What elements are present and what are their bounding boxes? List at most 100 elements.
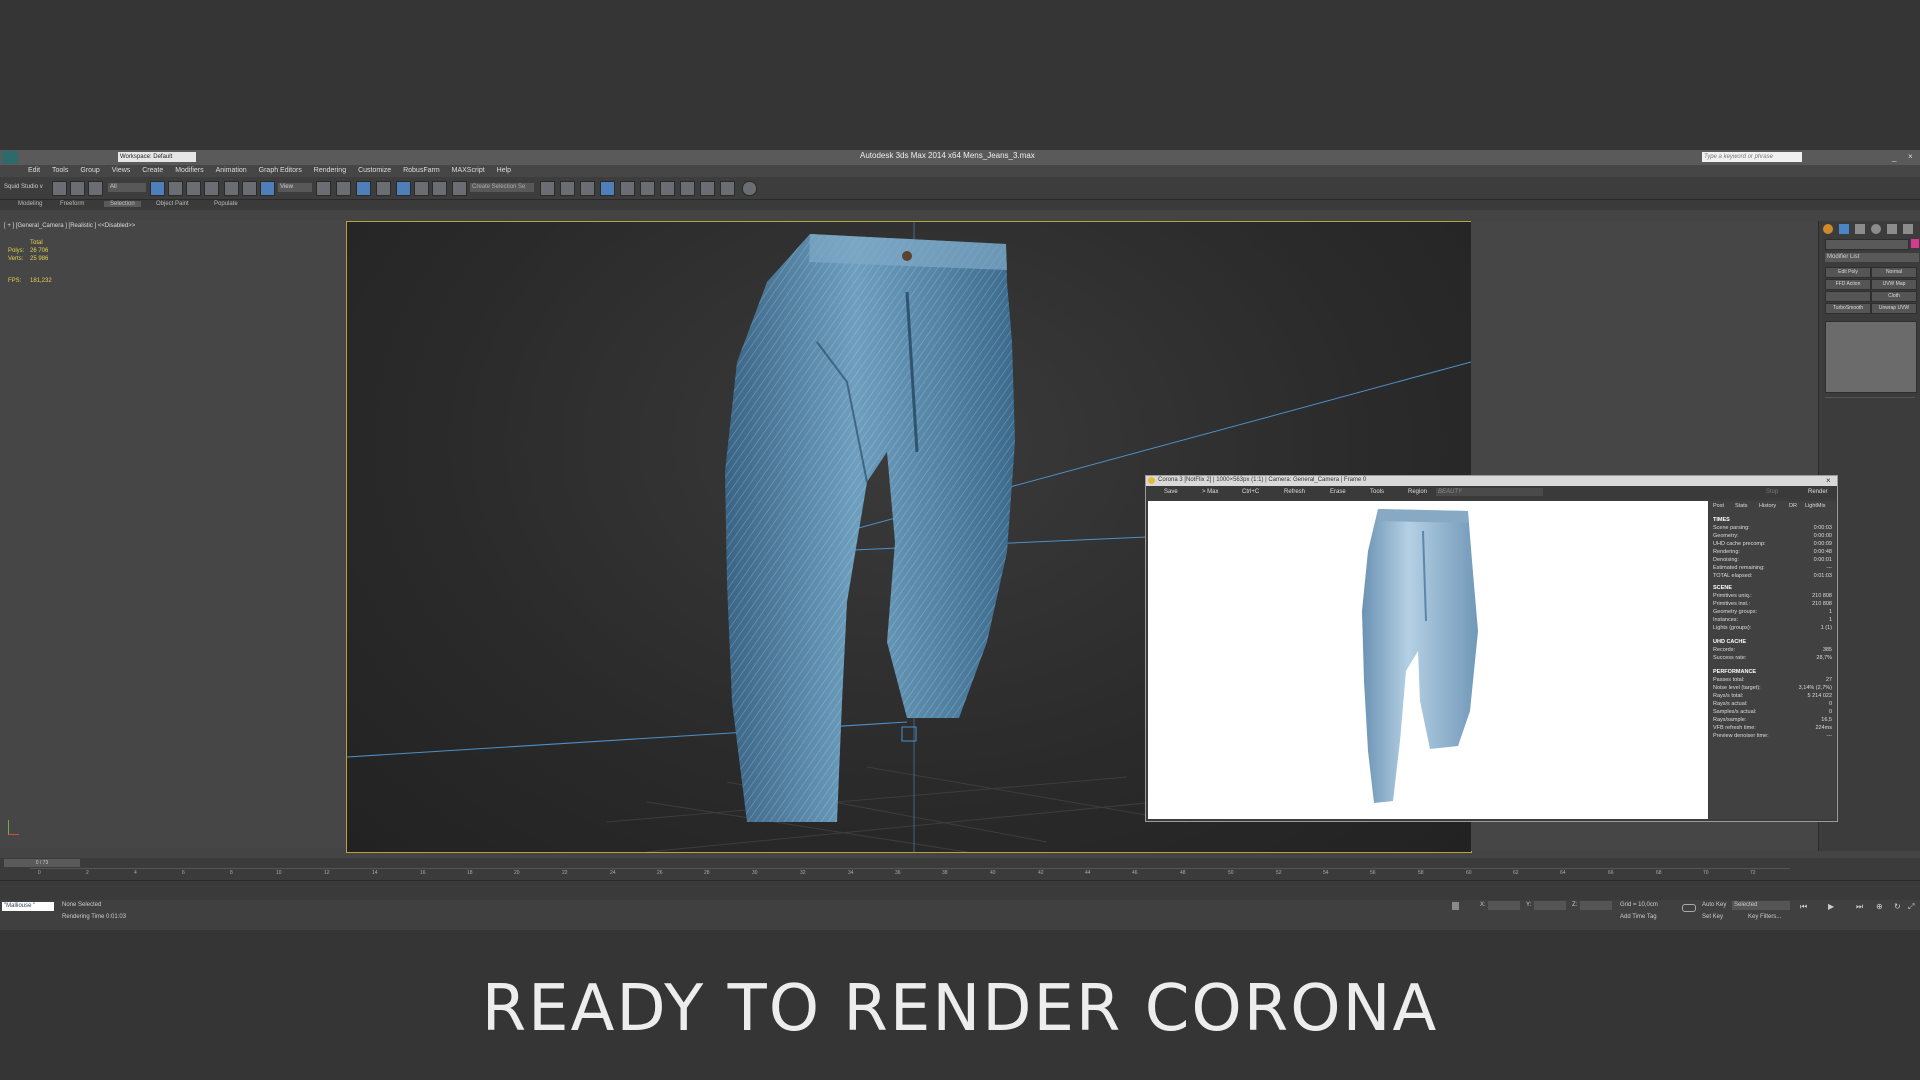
vfb-erase-button[interactable]: Erase [1330,489,1346,495]
select-manipulate-icon[interactable] [336,181,351,196]
layer-manager-icon[interactable] [580,181,595,196]
jeans-model[interactable] [725,234,1015,822]
ribbon-tab-populate[interactable]: Populate [214,201,238,207]
create-tab-icon[interactable] [1823,224,1833,234]
link-icon[interactable] [52,181,67,196]
modifier-stack-list[interactable] [1825,321,1917,393]
ribbon-tab-modeling[interactable]: Modeling [18,201,42,207]
menu-edit[interactable]: Edit [28,165,40,177]
go-to-start-icon[interactable]: ⏮ [1800,902,1807,912]
vfb-tab-dr[interactable]: DR [1789,503,1797,509]
move-icon[interactable] [224,181,239,196]
modifier-turbosmooth-button[interactable]: TurboSmooth [1825,303,1871,314]
key-filters-button[interactable]: Key Filters... [1748,914,1781,920]
add-time-tag[interactable]: Add Time Tag [1620,914,1657,920]
workspace-dropdown[interactable]: Workspace: Default [118,152,196,162]
modifier-normal-button[interactable]: Normal [1871,267,1917,278]
selection-filter-dropdown[interactable]: All [108,183,146,192]
viewport-label[interactable]: [ + ] [General_Camera ] [Realistic ] <<D… [4,223,135,229]
align-icon[interactable] [560,181,575,196]
coord-z-field[interactable] [1580,901,1612,910]
modifier-edit-poly-button[interactable]: Edit Poly [1825,267,1871,278]
pivot-icon[interactable] [316,181,331,196]
menu-maxscript[interactable]: MAXScript [452,165,485,177]
menu-graph-editors[interactable]: Graph Editors [259,165,302,177]
menu-tools[interactable]: Tools [52,165,68,177]
ribbon-tab-freeform[interactable]: Freeform [60,201,84,207]
menu-create[interactable]: Create [142,165,163,177]
vfb-save-button[interactable]: Save [1164,489,1178,495]
menu-group[interactable]: Group [80,165,99,177]
mirror-icon[interactable] [540,181,555,196]
minimize-icon[interactable]: _ [1892,153,1896,162]
time-slider[interactable]: 0 / 73 0 2 4 6 8 10 12 14 16 18 20 22 24… [0,858,1920,880]
play-icon[interactable]: ▶ [1828,902,1834,911]
select-by-name-icon[interactable] [168,181,183,196]
maxscript-listener[interactable]: "Malliouse " [2,902,54,911]
close-icon[interactable]: × [1908,152,1913,161]
auto-key-button[interactable]: Auto Key [1702,902,1726,908]
material-editor-icon[interactable] [660,181,675,196]
ribbon-tab-selection[interactable]: Selection [104,201,141,207]
named-selection-dropdown[interactable]: Create Selection Se [470,183,534,192]
vfb-tab-lightmix[interactable]: LightMix [1805,503,1825,509]
modifier-unwrap-uvw-button[interactable]: Unwrap UVW [1871,303,1917,314]
object-name-field[interactable] [1825,239,1909,250]
menu-robusfarm[interactable]: RobusFarm [403,165,440,177]
vfb-tab-history[interactable]: History [1759,503,1776,509]
maximize-viewport-icon[interactable]: ⤢ [1908,902,1914,912]
go-to-end-icon[interactable]: ⏭ [1856,902,1863,912]
vfb-render-canvas[interactable] [1148,501,1708,819]
window-crossing-icon[interactable] [204,181,219,196]
orbit-icon[interactable]: ↻ [1894,902,1901,911]
vfb-copy-button[interactable]: Ctrl+C [1242,489,1259,495]
vfb-close-icon[interactable]: × [1826,476,1831,485]
key-selection-dropdown[interactable]: Selected [1732,901,1790,910]
vfb-refresh-button[interactable]: Refresh [1284,489,1305,495]
menu-help[interactable]: Help [497,165,511,177]
app-logo-icon[interactable] [2,151,18,164]
help-search-input[interactable]: Type a keyword or phrase [1702,152,1802,162]
modifier-ffd-button[interactable]: FFD Action [1825,279,1871,290]
vfb-tab-post[interactable]: Post [1713,503,1724,509]
corona-icon[interactable] [742,181,757,196]
menu-animation[interactable]: Animation [216,165,247,177]
schematic-view-icon[interactable] [640,181,655,196]
vfb-stop-button[interactable]: Stop [1766,489,1778,495]
unlink-icon[interactable] [70,181,85,196]
edit-named-selection-icon[interactable] [452,181,467,196]
vfb-render-element-dropdown[interactable]: BEAUTY [1436,488,1543,496]
reference-coord-dropdown[interactable]: View [278,183,312,192]
rect-selection-icon[interactable] [186,181,201,196]
menu-views[interactable]: Views [112,165,131,177]
angle-snap-icon[interactable] [396,181,411,196]
time-slider-handle[interactable]: 0 / 73 [4,859,80,867]
ribbon-tab-object-paint[interactable]: Object Paint [156,201,189,207]
vfb-tab-stats[interactable]: Stats [1735,503,1748,509]
modify-tab-icon[interactable] [1839,224,1849,234]
vfb-tools-button[interactable]: Tools [1370,489,1384,495]
select-object-icon[interactable] [150,181,165,196]
menu-rendering[interactable]: Rendering [314,165,346,177]
percent-snap-icon[interactable] [414,181,429,196]
vfb-render-button[interactable]: Render [1808,489,1828,495]
modifier-cloth-button[interactable]: Cloth [1871,291,1917,302]
spinner-snap-icon[interactable] [432,181,447,196]
display-tab-icon[interactable] [1887,224,1897,234]
vfb-to-max-button[interactable]: > Max [1202,489,1219,495]
bind-space-warp-icon[interactable] [88,181,103,196]
vfb-region-button[interactable]: Region [1408,489,1427,495]
track-bar[interactable] [0,880,1920,901]
zoom-icon[interactable]: ⊕ [1876,902,1883,911]
snap-icon[interactable] [376,181,391,196]
lock-selection-icon[interactable] [1452,902,1459,910]
modifier-empty-button[interactable] [1825,291,1871,302]
menu-modifiers[interactable]: Modifiers [175,165,203,177]
coord-x-field[interactable] [1488,901,1520,910]
hierarchy-tab-icon[interactable] [1855,224,1865,234]
set-key-button[interactable]: Set Key [1702,914,1723,920]
graphite-toggle-icon[interactable] [600,181,615,196]
rendered-frame-icon[interactable] [700,181,715,196]
scale-icon[interactable] [260,181,275,196]
utilities-tab-icon[interactable] [1903,224,1913,234]
